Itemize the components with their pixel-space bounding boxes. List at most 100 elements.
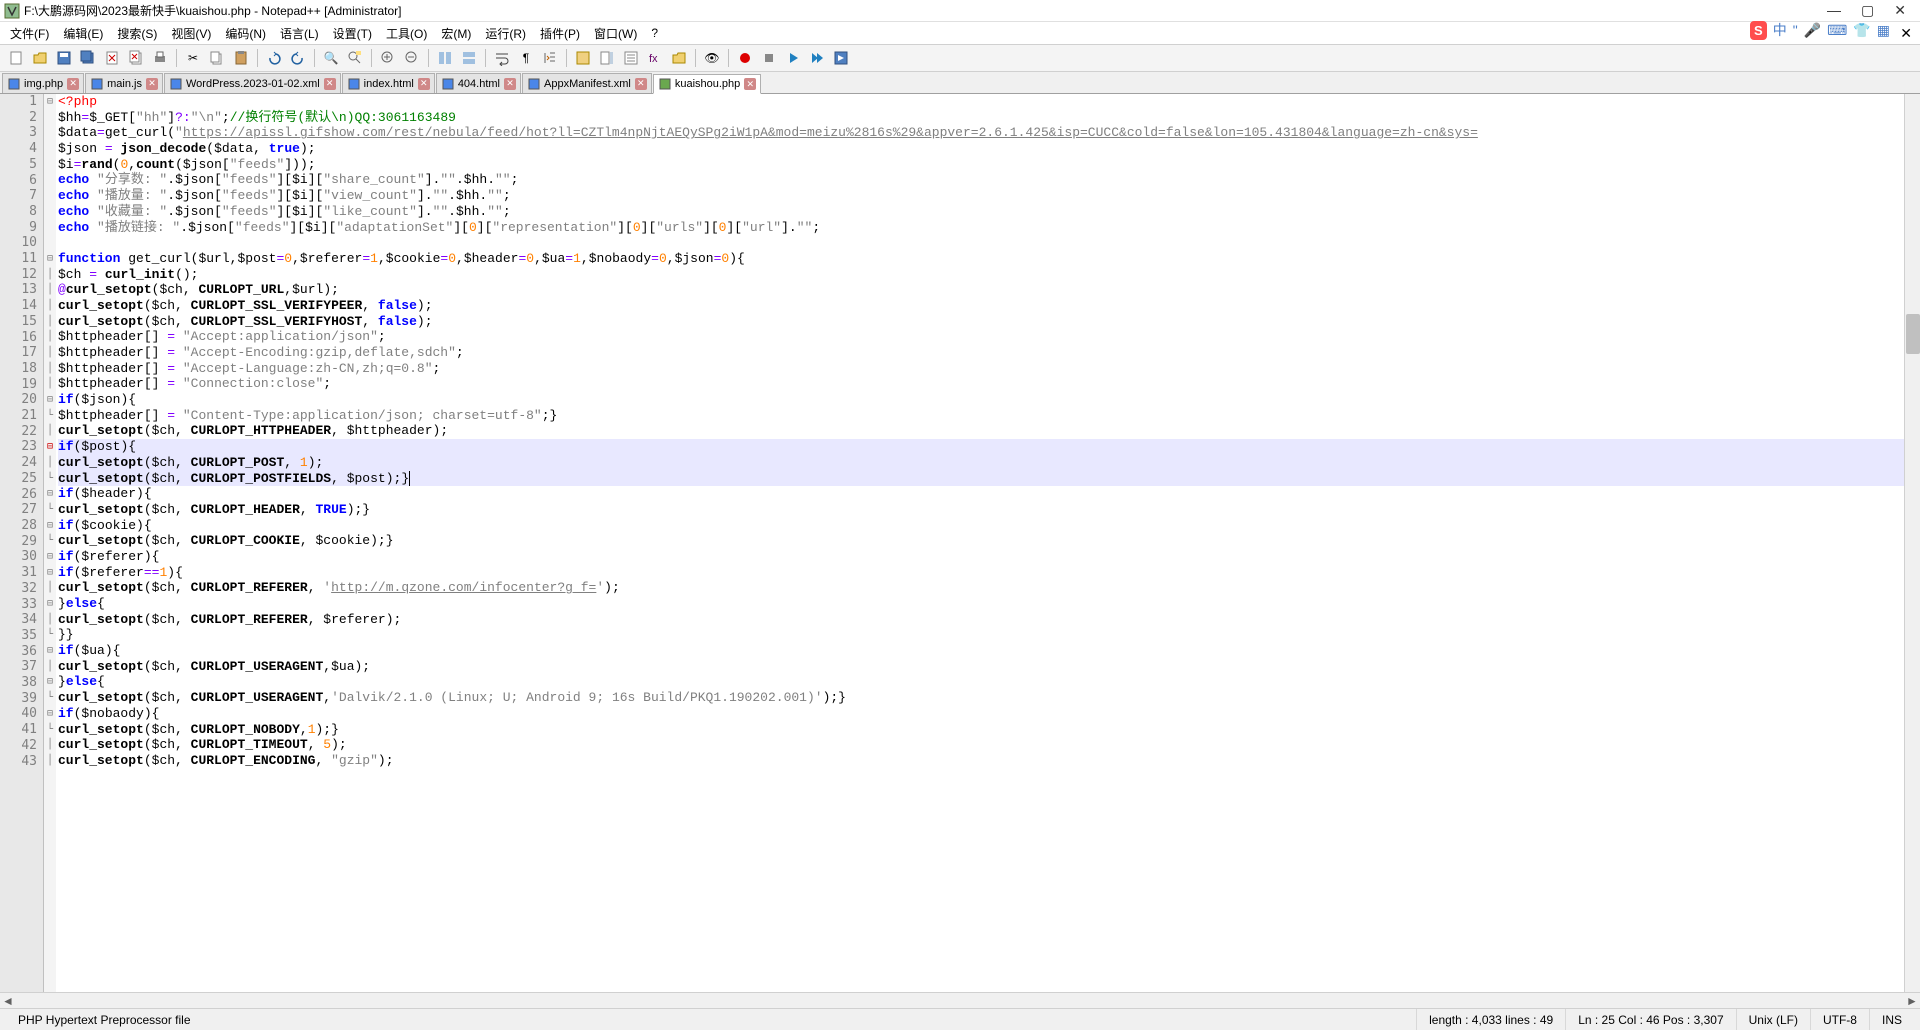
show-all-chars-button[interactable]: ¶ xyxy=(516,48,536,68)
monitor-button[interactable]: 👁 xyxy=(702,48,722,68)
menu-item-7[interactable]: 工具(O) xyxy=(380,23,433,44)
toolbar-separator xyxy=(428,49,429,67)
menu-item-11[interactable]: 窗口(W) xyxy=(588,23,643,44)
status-filetype: PHP Hypertext Preprocessor file xyxy=(6,1009,1417,1030)
doc-map-button[interactable] xyxy=(597,48,617,68)
find-button[interactable]: 🔍 xyxy=(321,48,341,68)
stop-macro-button[interactable] xyxy=(759,48,779,68)
open-button[interactable] xyxy=(30,48,50,68)
ime-keyboard-icon[interactable]: ⌨ xyxy=(1827,22,1847,39)
menu-item-5[interactable]: 语言(L) xyxy=(274,23,325,44)
ime-zhong-icon[interactable]: 中 xyxy=(1773,20,1787,40)
line-number-gutter: 1234567891011121314151617181920212223242… xyxy=(0,94,44,992)
tab-2[interactable]: WordPress.2023-01-02.xml✕ xyxy=(164,73,341,93)
menu-item-3[interactable]: 视图(V) xyxy=(165,23,217,44)
tab-close-icon[interactable]: ✕ xyxy=(504,78,516,90)
status-encoding[interactable]: UTF-8 xyxy=(1811,1009,1870,1030)
zoom-in-button[interactable] xyxy=(378,48,398,68)
vertical-scrollbar[interactable] xyxy=(1904,94,1920,992)
status-ins[interactable]: INS xyxy=(1870,1009,1914,1030)
menubar: 文件(F)编辑(E)搜索(S)视图(V)编码(N)语言(L)设置(T)工具(O)… xyxy=(0,22,1920,44)
scroll-left-icon[interactable]: ◄ xyxy=(0,994,16,1008)
replace-button[interactable] xyxy=(345,48,365,68)
close-button[interactable]: ✕ xyxy=(1894,2,1906,19)
sync-v-button[interactable] xyxy=(435,48,455,68)
menu-item-1[interactable]: 编辑(E) xyxy=(57,23,109,44)
print-button[interactable] xyxy=(150,48,170,68)
menu-item-9[interactable]: 运行(R) xyxy=(479,23,532,44)
tab-0[interactable]: img.php ✕ xyxy=(2,73,84,93)
tab-close-icon[interactable]: ✕ xyxy=(67,78,79,90)
file-icon xyxy=(90,77,104,91)
toolbar-separator xyxy=(695,49,696,67)
scrollbar-thumb[interactable] xyxy=(1906,314,1920,354)
tab-1[interactable]: main.js ✕ xyxy=(85,73,163,93)
folder-button[interactable] xyxy=(669,48,689,68)
ime-tray: S 中 " 🎤 ⌨ 👕 ▦ xyxy=(1750,20,1890,40)
toolbar-separator xyxy=(176,49,177,67)
maximize-button[interactable]: ▢ xyxy=(1861,2,1874,19)
tab-close-icon[interactable]: ✕ xyxy=(324,78,336,90)
editor-area: 1234567891011121314151617181920212223242… xyxy=(0,94,1920,992)
close-file-button[interactable] xyxy=(102,48,122,68)
status-position: Ln : 25 Col : 46 Pos : 3,307 xyxy=(1566,1009,1736,1030)
file-icon xyxy=(347,77,361,91)
tab-label: index.html xyxy=(364,78,414,90)
file-icon xyxy=(441,77,455,91)
menu-item-4[interactable]: 编码(N) xyxy=(219,23,272,44)
sync-h-button[interactable] xyxy=(459,48,479,68)
ime-punct-icon[interactable]: " xyxy=(1793,22,1798,38)
scroll-right-icon[interactable]: ► xyxy=(1904,994,1920,1008)
toolbar-separator xyxy=(314,49,315,67)
toolbar-separator xyxy=(485,49,486,67)
horizontal-scrollbar[interactable]: ◄ ► xyxy=(0,992,1920,1008)
menu-item-10[interactable]: 插件(P) xyxy=(534,23,586,44)
svg-text:fx: fx xyxy=(649,53,658,65)
tab-close-icon[interactable]: ✕ xyxy=(146,78,158,90)
tab-close-icon[interactable]: ✕ xyxy=(635,78,647,90)
record-macro-button[interactable] xyxy=(735,48,755,68)
save-all-button[interactable] xyxy=(78,48,98,68)
menu-item-0[interactable]: 文件(F) xyxy=(4,23,55,44)
save-macro-button[interactable] xyxy=(831,48,851,68)
minimize-button[interactable]: — xyxy=(1827,2,1841,19)
zoom-out-button[interactable] xyxy=(402,48,422,68)
copy-button[interactable] xyxy=(207,48,227,68)
lang-button[interactable] xyxy=(573,48,593,68)
tab-label: kuaishou.php xyxy=(675,78,740,90)
status-eol[interactable]: Unix (LF) xyxy=(1737,1009,1811,1030)
menu-item-8[interactable]: 宏(M) xyxy=(435,23,477,44)
indent-guide-button[interactable] xyxy=(540,48,560,68)
tab-label: main.js xyxy=(107,78,142,90)
cut-button[interactable]: ✂ xyxy=(183,48,203,68)
redo-button[interactable] xyxy=(288,48,308,68)
paste-button[interactable] xyxy=(231,48,251,68)
ime-skin-icon[interactable]: 👕 xyxy=(1853,22,1870,39)
new-button[interactable] xyxy=(6,48,26,68)
tab-label: img.php xyxy=(24,78,63,90)
code-editor[interactable]: <?php$hh=$_GET["hh"]?:"\n";//换行符号(默认\n)Q… xyxy=(56,94,1904,992)
toolbar-separator xyxy=(728,49,729,67)
tab-4[interactable]: 404.html✕ xyxy=(436,73,521,93)
tab-3[interactable]: index.html ✕ xyxy=(342,73,435,93)
play-multi-button[interactable] xyxy=(807,48,827,68)
close-all-button[interactable] xyxy=(126,48,146,68)
menu-item-2[interactable]: 搜索(S) xyxy=(111,23,163,44)
func-list-button[interactable]: fx xyxy=(645,48,665,68)
menubar-close-icon[interactable]: ✕ xyxy=(1900,25,1912,42)
ime-grid-icon[interactable]: ▦ xyxy=(1877,22,1890,39)
menu-item-12[interactable]: ? xyxy=(645,24,664,42)
wordwrap-button[interactable] xyxy=(492,48,512,68)
save-button[interactable] xyxy=(54,48,74,68)
tab-close-icon[interactable]: ✕ xyxy=(744,78,756,90)
play-macro-button[interactable] xyxy=(783,48,803,68)
tab-close-icon[interactable]: ✕ xyxy=(418,78,430,90)
sogou-ime-icon[interactable]: S xyxy=(1750,21,1767,40)
tab-5[interactable]: AppxManifest.xml✕ xyxy=(522,73,652,93)
ime-mic-icon[interactable]: 🎤 xyxy=(1804,22,1821,39)
undo-button[interactable] xyxy=(264,48,284,68)
tab-6[interactable]: kuaishou.php ✕ xyxy=(653,74,761,94)
fold-column[interactable]: ⊟⊟││││││││⊟└│⊟│└⊟└⊟└⊟⊟│⊟│└⊟│⊟└⊟└││ xyxy=(44,94,56,992)
menu-item-6[interactable]: 设置(T) xyxy=(327,23,378,44)
doc-list-button[interactable] xyxy=(621,48,641,68)
